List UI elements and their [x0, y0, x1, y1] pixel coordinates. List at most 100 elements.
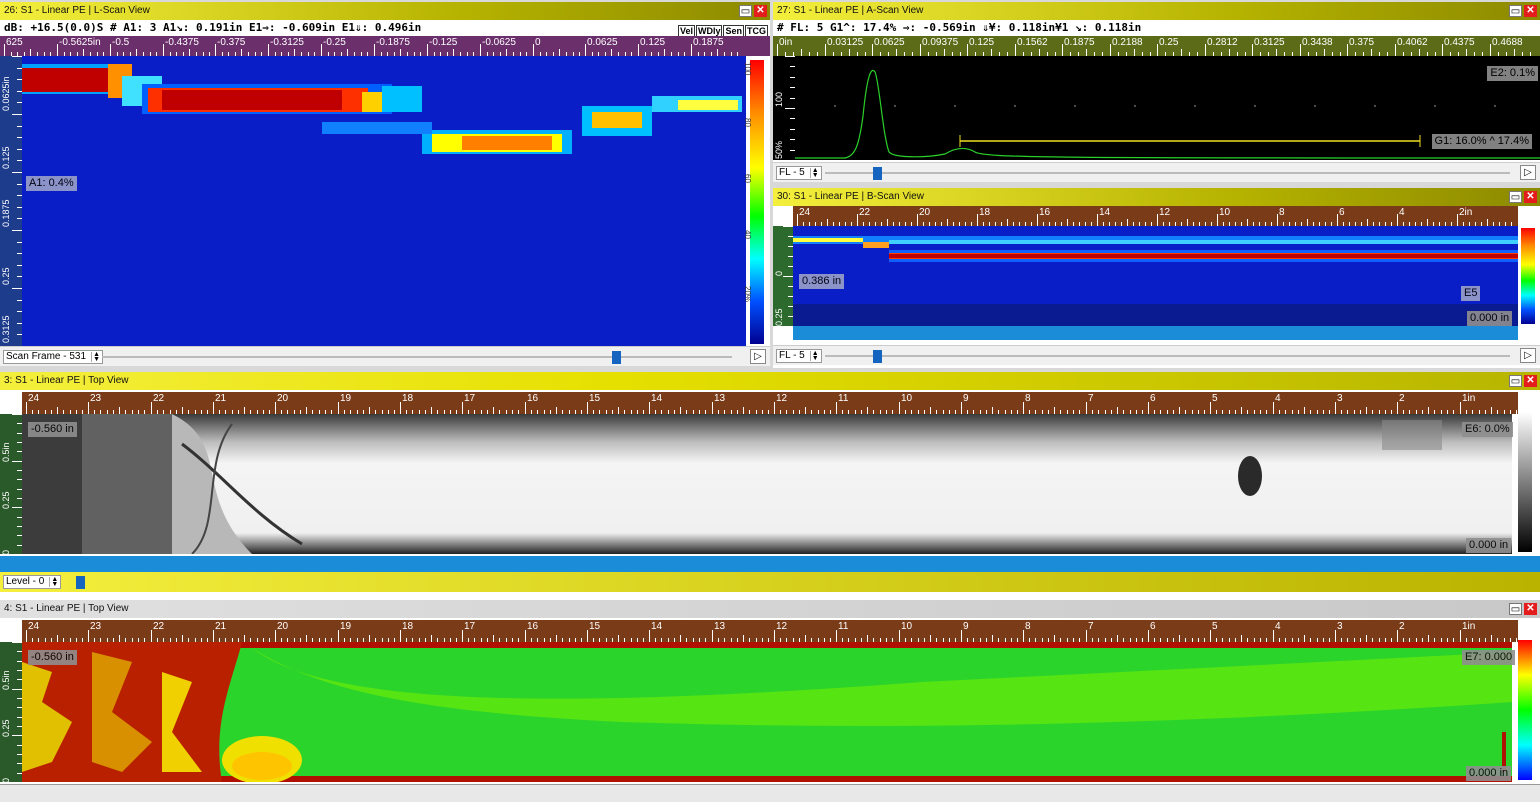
scan-frame-thumb[interactable]: [612, 351, 622, 364]
ruler-major-tick: [275, 630, 276, 642]
topview2-titlebar[interactable]: 4: S1 - Linear PE | Top View: [0, 600, 1540, 618]
fl-spinbox[interactable]: FL - 5 ▲ ▼: [776, 166, 822, 180]
play-icon[interactable]: ▷: [750, 349, 766, 364]
spin-arrows-icon[interactable]: ▲ ▼: [809, 167, 820, 179]
ruler-label: 15: [589, 621, 601, 632]
ruler-major-tick: [213, 630, 214, 642]
ruler-minor-tick: [369, 635, 370, 642]
ruler-label: 8: [1025, 393, 1031, 404]
colorbar-label: 20%: [743, 286, 752, 303]
ruler-minor-tick: [119, 635, 120, 642]
topview1-image[interactable]: [22, 414, 1512, 554]
close-button[interactable]: ✕: [1524, 191, 1537, 203]
topview2-scrollbar[interactable]: [0, 784, 1540, 802]
ruler-minor-tick: [1491, 635, 1492, 642]
e7-tag: E7: 0.000: [1462, 650, 1516, 665]
ruler-label: 24: [28, 621, 40, 632]
fl-thumb[interactable]: [872, 167, 882, 180]
ruler-minor-tick: [83, 49, 84, 56]
ruler-major-tick: [215, 44, 216, 56]
vruler-label: 50%: [774, 140, 784, 159]
ruler-major-tick: [1442, 44, 1443, 56]
ruler-major-tick: [268, 44, 269, 56]
level-spinbox[interactable]: Level - 0 ▲ ▼: [3, 575, 62, 589]
ruler-minor-tick: [947, 219, 948, 226]
close-button[interactable]: ✕: [1524, 375, 1537, 387]
ruler-minor-tick: [347, 49, 348, 56]
topview2-image[interactable]: [22, 642, 1512, 782]
maximize-button[interactable]: ▭: [1509, 375, 1522, 387]
spin-arrows-icon[interactable]: ▲ ▼: [809, 350, 820, 362]
ruler-label: 20: [277, 621, 289, 632]
ruler-label: 0.2812: [1207, 37, 1238, 48]
ruler-label: 0.4062: [1397, 37, 1428, 48]
lscan-titlebar[interactable]: 26: S1 - Linear PE | L-Scan View: [0, 2, 770, 20]
ruler-major-tick: [163, 44, 164, 56]
bscan-titlebar[interactable]: 30: S1 - Linear PE | B-Scan View: [773, 188, 1540, 206]
ruler-major-tick: [872, 44, 873, 56]
ruler-major-tick: [1157, 214, 1158, 226]
ruler-label: -0.125: [429, 37, 458, 48]
play-icon[interactable]: ▷: [1520, 165, 1536, 180]
fl-label: FL - 5: [779, 167, 805, 178]
fl-track[interactable]: [825, 172, 1510, 174]
lscan-image[interactable]: [22, 56, 746, 346]
ruler-minor-tick: [1179, 635, 1180, 642]
ascan-title: 27: S1 - Linear PE | A-Scan View: [777, 5, 924, 16]
fl-track[interactable]: [825, 355, 1510, 357]
ascan-titlebar[interactable]: 27: S1 - Linear PE | A-Scan View: [773, 2, 1540, 20]
ruler-label: 13: [714, 393, 726, 404]
spin-arrows-icon[interactable]: ▲ ▼: [49, 576, 59, 588]
ruler-label: -0.5: [112, 37, 130, 48]
maximize-button[interactable]: ▭: [1509, 603, 1522, 615]
ruler-minor-tick: [493, 635, 494, 642]
topview1-titlebar[interactable]: 3: S1 - Linear PE | Top View: [0, 372, 1540, 390]
play-icon[interactable]: ▷: [1520, 348, 1536, 363]
vruler-label: 100: [774, 91, 784, 107]
ruler-major-tick: [961, 630, 962, 642]
scan-frame-track[interactable]: [102, 356, 732, 358]
spin-arrows-icon[interactable]: ▲ ▼: [91, 351, 101, 363]
fl-thumb[interactable]: [872, 350, 882, 363]
lscan-colorbar: 100 80 60 40 20%: [743, 60, 764, 344]
close-button[interactable]: ✕: [1524, 5, 1537, 17]
ruler-major-tick: [57, 44, 58, 56]
maximize-button[interactable]: ▭: [739, 5, 752, 17]
colorbar-label: 40: [743, 230, 752, 239]
ruler-minor-tick: [1276, 49, 1277, 56]
vruler-label: 0.5in: [1, 442, 11, 462]
ruler-major-tick: [338, 402, 339, 414]
ruler-minor-tick: [664, 49, 665, 56]
ruler-major-tick: [712, 630, 713, 642]
ruler-major-tick: [917, 214, 918, 226]
ruler-label: 4: [1275, 393, 1281, 404]
close-button[interactable]: ✕: [1524, 603, 1537, 615]
level-thumb[interactable]: [76, 576, 85, 589]
ruler-major-tick: [1397, 630, 1398, 642]
bscan-panel: 30: S1 - Linear PE | B-Scan View ▭ ✕ 24 2…: [773, 188, 1540, 368]
ruler-major-tick: [1023, 630, 1024, 642]
ruler-label: 12: [776, 621, 788, 632]
ruler-label: 1in: [1462, 393, 1476, 404]
vruler-label: 0.5in: [1, 670, 11, 690]
ascan-waveform-plot[interactable]: [795, 56, 1540, 160]
fl-spinbox[interactable]: FL - 5 ▲ ▼: [776, 349, 822, 363]
maximize-button[interactable]: ▭: [1509, 191, 1522, 203]
topview1-title: 3: S1 - Linear PE | Top View: [4, 375, 129, 386]
ruler-major-tick: [1490, 44, 1491, 56]
ruler-minor-tick: [1516, 638, 1517, 642]
ruler-minor-tick: [306, 407, 307, 414]
scan-frame-spinbox[interactable]: Scan Frame - 531 ▲ ▼: [3, 350, 104, 364]
ruler-minor-tick: [1179, 407, 1180, 414]
ruler-major-tick: [321, 44, 322, 56]
ruler-minor-tick: [244, 635, 245, 642]
ruler-label: 4: [1399, 207, 1405, 218]
close-button[interactable]: ✕: [754, 5, 767, 17]
ruler-label: 10: [901, 393, 913, 404]
bscan-image[interactable]: [793, 226, 1518, 326]
ruler-major-tick: [920, 44, 921, 56]
maximize-button[interactable]: ▭: [1509, 5, 1522, 17]
depth-tag: 0.386 in: [799, 274, 845, 289]
ruler-major-tick: [1277, 214, 1278, 226]
ruler-major-tick: [777, 44, 778, 56]
